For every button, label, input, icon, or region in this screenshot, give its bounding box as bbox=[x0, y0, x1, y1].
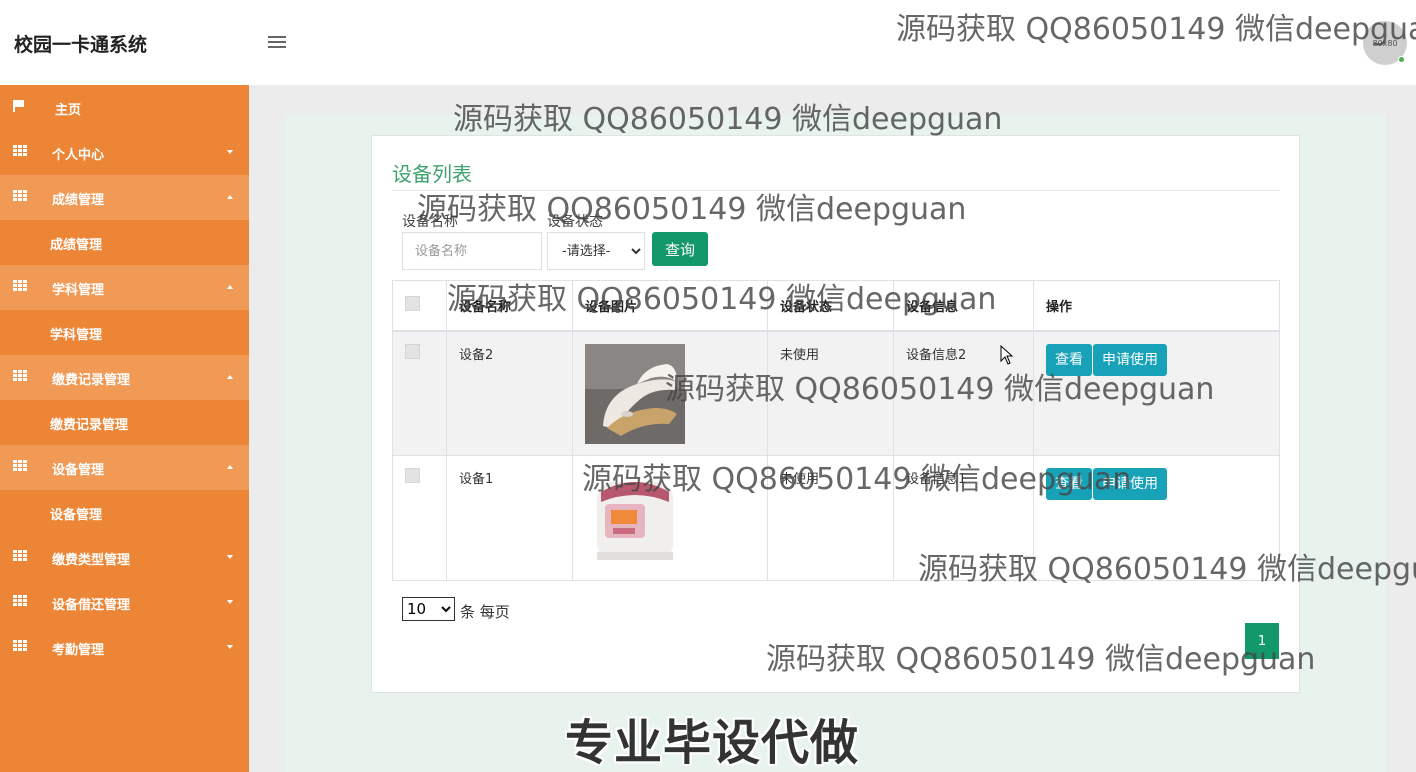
grid-icon bbox=[13, 145, 27, 157]
grid-icon bbox=[13, 370, 27, 382]
hamburger-menu-icon[interactable] bbox=[266, 33, 288, 51]
chevron-down-icon bbox=[227, 150, 233, 154]
grid-icon bbox=[13, 460, 27, 472]
page-size-suffix: 条 每页 bbox=[460, 603, 510, 621]
column-header[interactable]: 设备图片 bbox=[572, 280, 768, 332]
page-title: 设备列表 bbox=[392, 162, 472, 186]
sidebar-subitem-payment-records[interactable]: 缴费记录管理 bbox=[0, 400, 249, 445]
grid-icon bbox=[13, 280, 27, 292]
device-image-cell bbox=[572, 330, 768, 456]
device-info-cell: 设备信息1 bbox=[893, 455, 1034, 581]
device-info-cell: 设备信息2 bbox=[893, 330, 1034, 456]
row-checkbox[interactable] bbox=[405, 468, 420, 483]
column-header[interactable]: 设备信息 bbox=[893, 280, 1034, 332]
sidebar-item-label: 考勤管理 bbox=[52, 643, 105, 658]
row-checkbox[interactable] bbox=[405, 343, 420, 359]
device-name-input[interactable] bbox=[402, 232, 542, 270]
sidebar-subitem-label: 设备管理 bbox=[50, 508, 103, 523]
apply-use-button[interactable]: 申请使用 bbox=[1093, 468, 1167, 500]
page-size-select[interactable]: 10 bbox=[402, 597, 455, 621]
title-divider bbox=[392, 190, 1280, 191]
online-status-dot bbox=[1398, 56, 1405, 63]
sidebar-item-attendance[interactable]: 考勤管理 bbox=[0, 625, 249, 670]
device-status-label: 设备状态 bbox=[547, 214, 603, 230]
sidebar-item-label: 设备管理 bbox=[52, 463, 105, 478]
table-row: 设备2 未使用 设备信息2 查看 申请使用 bbox=[392, 330, 1280, 456]
rice-cooker-photo[interactable] bbox=[585, 468, 685, 568]
sidebar-subitem-label: 缴费记录管理 bbox=[50, 418, 129, 433]
sidebar-item-label: 设备借还管理 bbox=[52, 598, 131, 613]
device-image-cell bbox=[572, 455, 768, 581]
sidebar-subitem-subjects[interactable]: 学科管理 bbox=[0, 310, 249, 355]
sidebar-item-label: 缴费记录管理 bbox=[52, 373, 131, 388]
view-button[interactable]: 查看 bbox=[1046, 343, 1092, 376]
view-button[interactable]: 查看 bbox=[1046, 468, 1092, 500]
row-select-cell bbox=[392, 455, 447, 581]
chevron-down-icon bbox=[227, 645, 233, 649]
sidebar-item-personal-center[interactable]: 个人中心 bbox=[0, 130, 249, 175]
apply-use-button[interactable]: 申请使用 bbox=[1093, 343, 1167, 376]
sidebar-item-device-borrow[interactable]: 设备借还管理 bbox=[0, 580, 249, 625]
chevron-up-icon bbox=[227, 465, 233, 469]
device-name-cell: 设备2 bbox=[446, 330, 573, 456]
sidebar-item-label: 成绩管理 bbox=[52, 193, 105, 208]
sidebar-item-home[interactable]: 主页 bbox=[0, 85, 249, 130]
sidebar-item-payment-types[interactable]: 缴费类型管理 bbox=[0, 535, 249, 580]
page-button-current[interactable]: 1 bbox=[1245, 623, 1279, 659]
flag-icon bbox=[13, 100, 25, 112]
sidebar-item-subjects[interactable]: 学科管理 bbox=[0, 265, 249, 310]
table-header-row: 设备名称 设备图片 设备状态 设备信息 操作 bbox=[392, 280, 1280, 332]
chevron-down-icon bbox=[227, 555, 233, 559]
sidebar-item-label: 主页 bbox=[55, 103, 82, 118]
grid-icon bbox=[13, 550, 27, 562]
chevron-up-icon bbox=[227, 285, 233, 289]
sidebar-item-label: 个人中心 bbox=[52, 148, 105, 163]
actions-cell: 查看 申请使用 bbox=[1033, 455, 1280, 581]
actions-cell: 查看 申请使用 bbox=[1033, 330, 1280, 456]
select-all-checkbox[interactable] bbox=[405, 295, 420, 311]
sidebar-subitem-grades[interactable]: 成绩管理 bbox=[0, 220, 249, 265]
device-status-cell: 未使用 bbox=[767, 330, 894, 456]
sidebar-item-grades[interactable]: 成绩管理 bbox=[0, 175, 249, 220]
query-button[interactable]: 查询 bbox=[652, 232, 708, 266]
grid-icon bbox=[13, 190, 27, 202]
device-status-select[interactable]: -请选择- bbox=[547, 232, 645, 270]
grid-icon bbox=[13, 640, 27, 652]
device-name-label: 设备名称 bbox=[402, 214, 458, 230]
column-header[interactable]: 设备状态 bbox=[767, 280, 894, 332]
device-table: 设备名称 设备图片 设备状态 设备信息 操作 设备2 未使用 设备信息2 查看 … bbox=[392, 280, 1280, 581]
chevron-down-icon bbox=[227, 600, 233, 604]
sidebar-item-payment-records[interactable]: 缴费记录管理 bbox=[0, 355, 249, 400]
select-all-cell bbox=[392, 280, 447, 332]
sidebar-item-label: 缴费类型管理 bbox=[52, 553, 131, 568]
column-header[interactable]: 设备名称 bbox=[446, 280, 573, 332]
device-status-cell: 未使用 bbox=[767, 455, 894, 581]
chevron-up-icon bbox=[227, 375, 233, 379]
sidebar-subitem-label: 学科管理 bbox=[50, 328, 103, 343]
sidebar-item-label: 学科管理 bbox=[52, 283, 105, 298]
sidebar-subitem-label: 成绩管理 bbox=[50, 238, 103, 253]
device-list-card: 设备列表 设备名称 设备状态 -请选择- 查询 设备名称 设备图片 设备状态 设… bbox=[371, 135, 1300, 693]
app-title: 校园一卡通系统 bbox=[14, 34, 148, 56]
table-row: 设备1 未使用 设备信息1 查看 申请使用 bbox=[392, 455, 1280, 581]
row-select-cell bbox=[392, 330, 447, 456]
sidebar: 主页 个人中心 成绩管理 成绩管理 学科管理 学科管理 缴费记录管理 缴费记录管… bbox=[0, 85, 249, 772]
sidebar-subitem-devices[interactable]: 设备管理 bbox=[0, 490, 249, 535]
grid-icon bbox=[13, 595, 27, 607]
iron-photo[interactable] bbox=[585, 343, 685, 444]
top-header: 校园一卡通系统 80x80 bbox=[0, 0, 1416, 85]
column-header: 操作 bbox=[1033, 280, 1280, 332]
promo-banner-text: 专业毕设代做 bbox=[565, 715, 860, 771]
sidebar-item-devices[interactable]: 设备管理 bbox=[0, 445, 249, 490]
chevron-up-icon bbox=[227, 195, 233, 199]
device-name-cell: 设备1 bbox=[446, 455, 573, 581]
